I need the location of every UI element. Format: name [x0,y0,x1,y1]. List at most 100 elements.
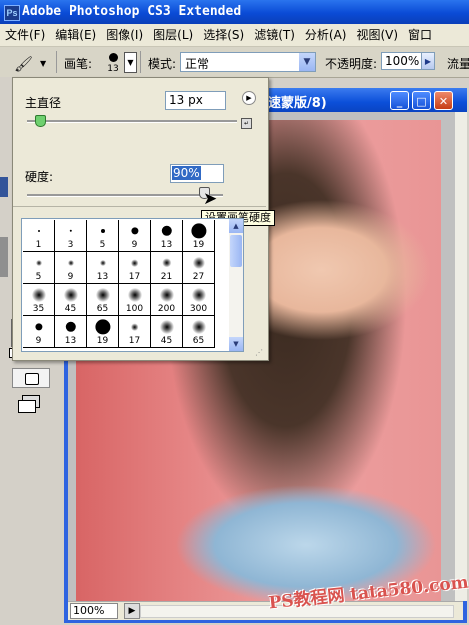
minimize-button[interactable]: _ [390,91,409,110]
opacity-slider-button[interactable]: ▶ [421,52,435,70]
divider [56,51,57,73]
brush-preset-cell[interactable]: 9 [55,252,87,284]
brush-preset-cell[interactable]: 45 [151,316,183,348]
hardness-value: 90% [172,166,201,180]
brush-preset-cell[interactable]: 200 [151,284,183,316]
brush-preset-cell[interactable]: 100 [119,284,151,316]
menu-edit[interactable]: 编辑(E) [50,24,101,46]
brush-preset-cell[interactable]: 21 [151,252,183,284]
brush-tip-icon [192,256,205,270]
brush-preset-size-label: 9 [67,272,74,282]
brush-preset-cell[interactable]: 9 [23,316,55,348]
tool-preset-dropdown-icon[interactable]: ▼ [40,59,46,68]
photoshop-app-icon: Ps [4,5,20,21]
maximize-button[interactable]: □ [412,91,431,110]
brush-tip-icon [190,223,207,239]
brush-preset-cell[interactable]: 5 [23,252,55,284]
brush-preset-size-label: 5 [35,272,42,282]
brush-preset-cell[interactable]: 300 [183,284,215,316]
panel-menu-icon[interactable]: ▶ [242,91,256,105]
brush-tip-icon [161,258,172,268]
brush-preset-cell[interactable]: 17 [119,316,151,348]
brush-tip-icon [159,288,174,302]
master-diameter-label: 主直径 [25,96,62,110]
brush-tip-icon [69,229,72,233]
brush-label: 画笔: [64,57,93,71]
brush-preset-cell[interactable]: 9 [119,220,151,252]
brush-preview[interactable] [106,51,120,65]
menu-filter[interactable]: 滤镜(T) [249,24,300,46]
brush-preset-cell[interactable]: 65 [87,284,119,316]
brush-preset-size-label: 300 [189,304,208,314]
brush-tip-icon [191,320,206,334]
brush-preset-size-label: 17 [128,272,141,282]
brush-preset-cell[interactable]: 19 [183,220,215,252]
brush-preset-cell[interactable]: 3 [55,220,87,252]
mode-value: 正常 [185,57,210,71]
brush-preset-cell[interactable]: 27 [183,252,215,284]
menu-layer[interactable]: 图层(L) [148,24,198,46]
brush-preset-size-label: 9 [131,240,138,250]
app-title: Adobe Photoshop CS3 Extended [22,4,242,19]
scroll-up-icon[interactable]: ▲ [229,219,243,233]
resize-grip-icon[interactable]: ⋰ [255,348,265,358]
app-titlebar: Ps Adobe Photoshop CS3 Extended [0,0,469,24]
menu-image[interactable]: 图像(I) [101,24,148,46]
brush-tip-icon [130,323,139,331]
brush-preset-cell[interactable]: 35 [23,284,55,316]
screen-mode-button[interactable] [18,395,46,413]
brush-tip-icon [130,227,139,235]
tool-strip-highlight [0,177,8,197]
brush-preset-cell[interactable]: 1 [23,220,55,252]
brush-preset-cell[interactable]: 13 [55,316,87,348]
hardness-input[interactable]: 90% [170,164,224,183]
chevron-down-icon[interactable]: ▼ [299,53,315,71]
menu-view[interactable]: 视图(V) [351,24,403,46]
brush-preset-size-label: 45 [160,336,173,346]
menu-window[interactable]: 窗口 [403,24,437,46]
brush-picker-button[interactable]: ▼ [124,52,137,73]
brush-preset-size-label: 65 [192,336,205,346]
close-button[interactable]: ✕ [434,91,453,110]
reset-size-icon[interactable]: ↵ [241,118,252,129]
hardness-slider-track[interactable] [27,194,223,197]
brush-tip-icon [67,260,74,266]
brush-icon[interactable]: 🖌 [14,55,33,73]
menu-file[interactable]: 文件(F) [0,24,50,46]
brush-preset-size-label: 13 [160,240,173,250]
brush-preset-size-label: 100 [125,304,144,314]
brush-preset-cell[interactable]: 65 [183,316,215,348]
brush-tip-icon [65,321,76,333]
brush-tip-icon [99,260,106,266]
brush-tip-icon [109,53,118,62]
brush-preset-size-label: 13 [64,336,77,346]
brush-tip-icon [159,320,174,334]
brush-preset-cell[interactable]: 17 [119,252,151,284]
brush-preset-size-label: 35 [32,304,45,314]
brush-tip-icon [37,230,40,232]
brush-preset-cell[interactable]: 19 [87,316,119,348]
scroll-thumb[interactable] [230,235,242,267]
brush-preset-cell[interactable]: 45 [55,284,87,316]
opacity-input[interactable]: 100% [381,52,422,70]
diameter-slider-thumb[interactable] [35,115,46,127]
scroll-down-icon[interactable]: ▼ [229,337,243,351]
divider [13,206,266,207]
brush-preset-size-label: 3 [67,240,74,250]
zoom-level-field[interactable]: 100% [70,603,118,619]
brush-tip-icon [191,288,206,302]
brush-preset-cell[interactable]: 13 [151,220,183,252]
menu-select[interactable]: 选择(S) [198,24,249,46]
diameter-slider-track[interactable] [27,120,237,123]
brush-preset-cell[interactable]: 5 [87,220,119,252]
mode-select[interactable]: 正常 ▼ [180,52,316,72]
master-diameter-input[interactable]: 13 px [165,91,226,110]
preset-scrollbar[interactable]: ▲ ▼ [229,218,244,352]
menu-analysis[interactable]: 分析(A) [300,24,352,46]
brush-picker-panel: 主直径 13 px ▶ ↵ 硬度: 90% ➤ 设置画笔硬度 135913195… [12,77,275,361]
quick-mask-button[interactable] [12,368,50,388]
status-menu-icon[interactable]: ▶ [124,603,140,619]
brush-tip-icon [130,259,139,267]
brush-preset-cell[interactable]: 13 [87,252,119,284]
vertical-scrollbar[interactable] [455,112,467,601]
